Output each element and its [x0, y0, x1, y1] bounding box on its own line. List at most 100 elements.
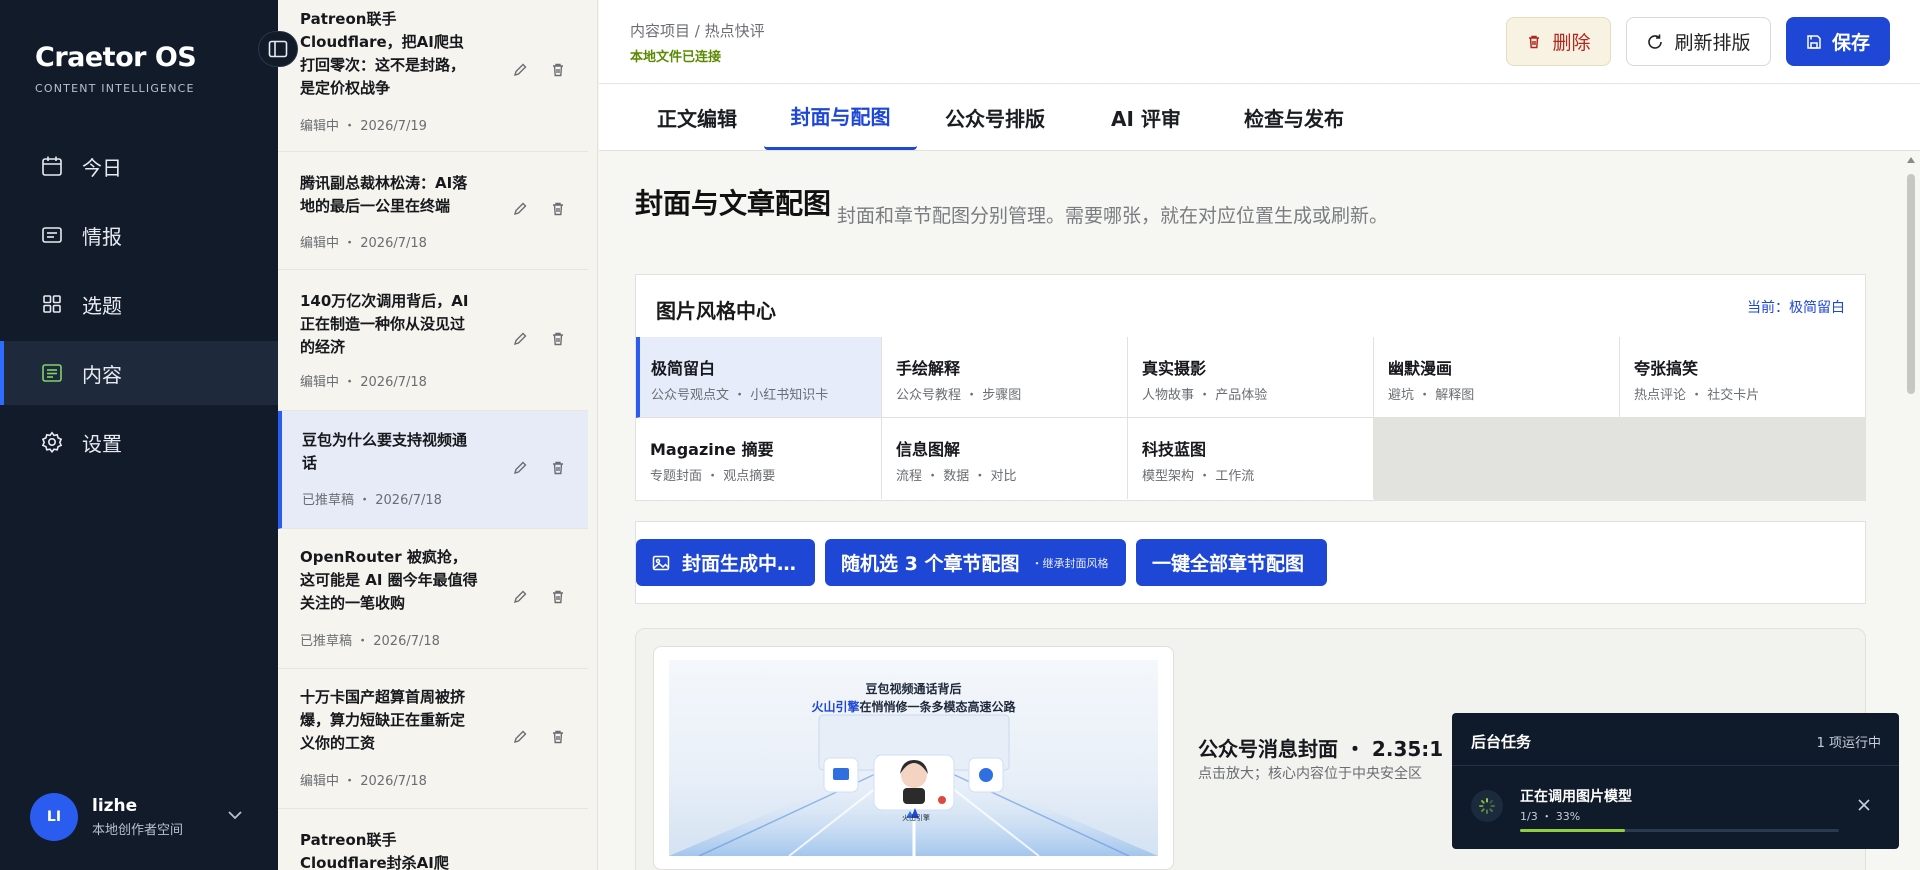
list-item[interactable]: 腾讯副总裁林松涛：AI落地的最后一公里在终端 编辑中 ・ 2026/7/18	[278, 152, 588, 270]
article-meta: 编辑中 ・ 2026/7/18	[300, 236, 427, 251]
trash-icon[interactable]	[548, 60, 568, 80]
refresh-label: 刷新排版	[1674, 32, 1751, 54]
style-option-photo[interactable]: 真实摄影 人物故事 ・ 产品体验	[1128, 337, 1374, 418]
breadcrumb: 内容项目 / 热点快评	[630, 22, 765, 40]
style-option-minimal[interactable]: 极简留白 公众号观点文 ・ 小红书知识卡	[636, 337, 882, 418]
delete-button[interactable]: 删除	[1506, 17, 1611, 66]
news-icon	[40, 223, 64, 247]
article-meta: 编辑中 ・ 2026/7/18	[300, 375, 427, 390]
article-title: 豆包为什么要支持视频通话	[302, 431, 468, 472]
trash-icon[interactable]	[548, 727, 568, 747]
style-name: 夸张搞笑	[1634, 359, 1699, 378]
style-name: 极简留白	[651, 359, 716, 378]
style-name: 手绘解释	[896, 359, 961, 378]
style-option-infographic[interactable]: 信息图解 流程 ・ 数据 ・ 对比	[882, 418, 1128, 499]
list-item[interactable]: 十万卡国产超算首周被挤爆，算力短缺正在重新定义你的工资 编辑中 ・ 2026/7…	[278, 669, 588, 809]
tab-check-publish[interactable]: 检查与发布	[1214, 84, 1374, 150]
save-button[interactable]: 保存	[1786, 17, 1890, 66]
trash-icon[interactable]	[548, 329, 568, 349]
style-option-comic[interactable]: 幽默漫画 避坑 ・ 解释图	[1374, 337, 1620, 418]
gear-icon	[40, 430, 64, 454]
style-desc: 公众号教程 ・ 步骤图	[896, 388, 1022, 403]
nav-item-intel[interactable]: 情报	[0, 203, 278, 267]
calendar-icon	[40, 154, 64, 178]
user-menu[interactable]: LI lizhe 本地创作者空间	[30, 792, 260, 842]
style-option-funny[interactable]: 夸张搞笑 热点评论 ・ 社交卡片	[1620, 337, 1865, 418]
style-desc: 避坑 ・ 解释图	[1388, 388, 1475, 403]
style-desc: 热点评论 ・ 社交卡片	[1634, 388, 1760, 403]
article-meta: 编辑中 ・ 2026/7/18	[300, 774, 427, 789]
trash-icon[interactable]	[548, 199, 568, 219]
save-label: 保存	[1831, 32, 1870, 54]
edit-icon[interactable]	[510, 458, 530, 478]
topbar: 内容项目 / 热点快评 本地文件已连接 删除 刷新排版 保存	[599, 0, 1920, 84]
article-title: OpenRouter 被疯抢，这可能是 AI 圈今年最值得关注的一笔收购	[300, 548, 478, 612]
trash-icon[interactable]	[548, 458, 568, 478]
tab-wechat-layout[interactable]: 公众号排版	[921, 84, 1069, 150]
task-name: 正在调用图片模型	[1520, 789, 1632, 805]
style-option-handdrawn[interactable]: 手绘解释 公众号教程 ・ 步骤图	[882, 337, 1128, 418]
style-option-magazine[interactable]: Magazine 摘要 专题封面 ・ 观点摘要	[636, 418, 882, 499]
tab-editor[interactable]: 正文编辑	[634, 84, 760, 150]
nav-item-content[interactable]: 内容	[0, 341, 278, 405]
connection-status: 本地文件已连接	[630, 50, 722, 65]
nav-label: 设置	[82, 431, 122, 456]
sidebar-toggle-button[interactable]	[258, 31, 298, 67]
list-item[interactable]: OpenRouter 被疯抢，这可能是 AI 圈今年最值得关注的一笔收购 已推草…	[278, 529, 588, 669]
style-option-blueprint[interactable]: 科技蓝图 模型架构 ・ 工作流	[1128, 418, 1374, 499]
article-meta: 已推草稿 ・ 2026/7/18	[300, 634, 440, 649]
nav-label: 情报	[82, 224, 122, 249]
nav-item-topics[interactable]: 选题	[0, 272, 278, 336]
cover-subheadline: 火山引擎在悄悄修一条多模态高速公路	[669, 698, 1158, 715]
list-item[interactable]: 140万亿次调用背后，AI正在制造一种你从没见过的经济 编辑中 ・ 2026/7…	[278, 270, 588, 411]
nav-item-today[interactable]: 今日	[0, 134, 278, 198]
edit-icon[interactable]	[510, 199, 530, 219]
trash-icon	[1526, 34, 1542, 50]
list-item-active[interactable]: 豆包为什么要支持视频通话 已推草稿 ・ 2026/7/18	[278, 411, 588, 529]
grid-icon	[40, 292, 64, 316]
tab-cover-images[interactable]: 封面与配图	[764, 84, 917, 150]
style-name: 幽默漫画	[1388, 359, 1453, 378]
list-item[interactable]: Patreon联手Cloudflare，把AI爬虫打回零次：这不是封路，是定价权…	[278, 0, 588, 152]
cover-preview[interactable]: 豆包视频通话背后 火山引擎在悄悄修一条多模态高速公路 火山引擎	[653, 646, 1174, 870]
refresh-layout-button[interactable]: 刷新排版	[1626, 17, 1771, 66]
save-icon	[1806, 34, 1822, 50]
list-item[interactable]: Patreon联手Cloudflare封杀AI爬虫，创作者终于	[278, 809, 588, 870]
section-title: 封面与文章配图	[635, 187, 832, 220]
main-scrollbar-thumb[interactable]	[1907, 174, 1915, 394]
edit-icon[interactable]	[510, 329, 530, 349]
article-meta: 编辑中 ・ 2026/7/19	[300, 119, 427, 134]
trash-icon[interactable]	[548, 587, 568, 607]
article-title: 腾讯副总裁林松涛：AI落地的最后一公里在终端	[300, 174, 468, 215]
cover-headline-rest: 在悄悄修一条多模态高速公路	[859, 700, 1016, 714]
edit-icon[interactable]	[510, 60, 530, 80]
style-desc: 模型架构 ・ 工作流	[1142, 469, 1255, 484]
section-subtitle: 封面和章节配图分别管理。需要哪张，就在对应位置生成或刷新。	[837, 205, 1389, 227]
random-section-images-button[interactable]: 随机选 3 个章节配图 ・继承封面风格	[825, 539, 1126, 586]
sidebar: Craetor OS CONTENT INTELLIGENCE 今日 情报 选题…	[0, 0, 278, 870]
generate-cover-button[interactable]: 封面生成中…	[636, 539, 815, 586]
edit-icon[interactable]	[510, 587, 530, 607]
current-style: 当前：极简留白	[1747, 300, 1845, 316]
all-section-images-button[interactable]: 一键全部章节配图	[1136, 539, 1327, 586]
article-title: 十万卡国产超算首周被挤爆，算力短缺正在重新定义你的工资	[300, 688, 466, 752]
cover-image[interactable]: 豆包视频通话背后 火山引擎在悄悄修一条多模态高速公路 火山引擎	[669, 660, 1158, 856]
close-icon[interactable]	[1854, 795, 1874, 815]
chevron-down-icon[interactable]	[226, 806, 244, 828]
nav-item-settings[interactable]: 设置	[0, 410, 278, 474]
background-tasks-panel: 后台任务 1 项运行中 正在调用图片模型 1/3 ・ 33%	[1452, 713, 1899, 849]
style-desc: 流程 ・ 数据 ・ 对比	[896, 469, 1017, 484]
generate-cover-label: 封面生成中…	[682, 553, 797, 575]
article-list: Patreon联手Cloudflare，把AI爬虫打回零次：这不是封路，是定价权…	[278, 0, 598, 870]
nav-label: 选题	[82, 293, 122, 318]
brand-subtitle: CONTENT INTELLIGENCE	[35, 82, 195, 95]
edit-icon[interactable]	[510, 727, 530, 747]
cover-hint: 点击放大；核心内容位于中央安全区	[1198, 766, 1422, 782]
style-center-title: 图片风格中心	[656, 299, 776, 323]
tab-ai-review[interactable]: AI 评审	[1089, 84, 1203, 150]
document-icon	[40, 361, 64, 385]
inherit-style-note: ・继承封面风格	[1031, 556, 1109, 570]
style-grid-empty-slot	[1374, 418, 1866, 500]
article-title: Patreon联手Cloudflare封杀AI爬虫，创作者终于	[300, 831, 449, 870]
user-name: lizhe	[92, 796, 138, 816]
